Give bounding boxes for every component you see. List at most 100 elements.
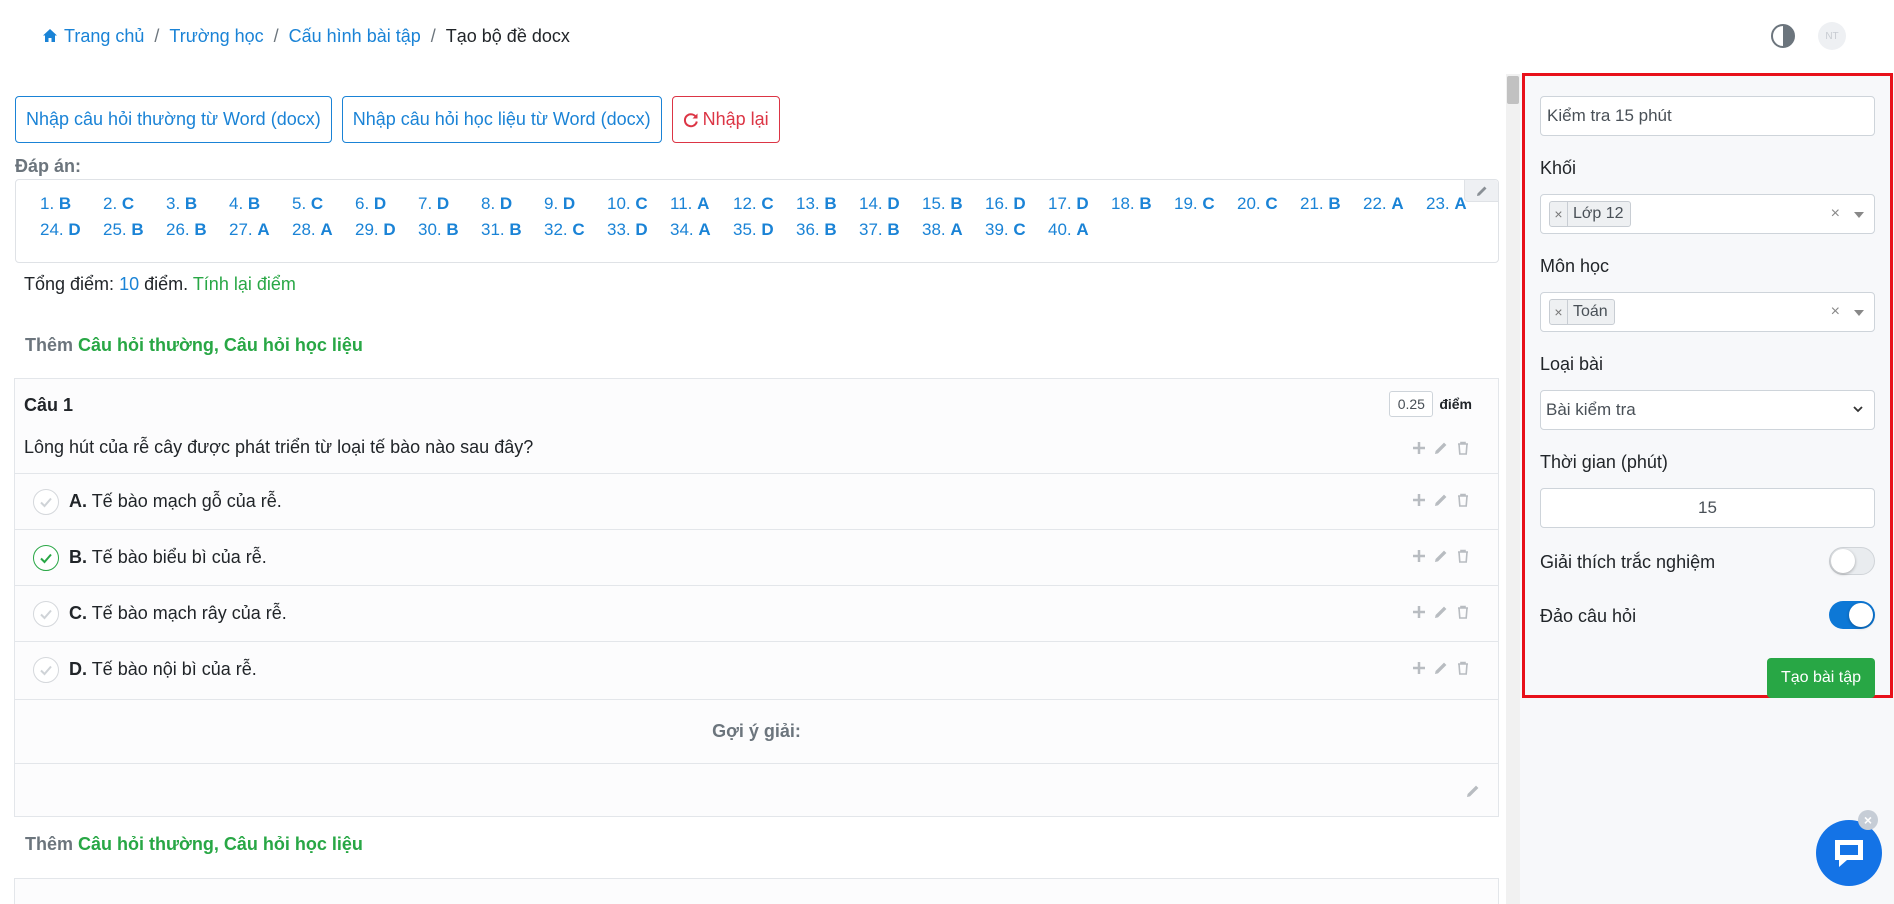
edit-answers-button[interactable] (1464, 180, 1498, 202)
check-circle-icon[interactable] (33, 601, 59, 627)
exercise-title-input[interactable]: Kiểm tra 15 phút (1540, 96, 1875, 136)
total-score: Tổng điểm: 10 điểm. Tính lại điểm (24, 274, 296, 295)
breadcrumb-school[interactable]: Trường học (169, 26, 263, 47)
answer-number: 28. (292, 220, 316, 239)
answer-number: 12. (733, 194, 757, 213)
main-content: Nhập câu hỏi thường từ Word (docx) Nhập … (14, 72, 1499, 904)
remove-chip-icon[interactable]: × (1550, 201, 1568, 227)
top-bar: Trang chủ / Trường học / Cấu hình bài tậ… (0, 0, 1894, 72)
grade-chip-label: Lớp 12 (1573, 205, 1624, 222)
breadcrumb-separator: / (273, 26, 279, 46)
answer-letter: B (247, 194, 261, 213)
answer-option[interactable]: D. Tế bào nội bì của rễ. (15, 641, 1498, 697)
trash-icon[interactable] (1456, 605, 1470, 619)
add-icon[interactable] (1412, 605, 1426, 619)
answer-number: 32. (544, 220, 568, 239)
import-normal-button[interactable]: Nhập câu hỏi thường từ Word (docx) (15, 96, 332, 143)
answer-number: 20. (1237, 194, 1261, 213)
chat-close-icon[interactable]: × (1858, 810, 1878, 830)
answers-label: Đáp án: (15, 156, 82, 176)
add-icon[interactable] (1412, 493, 1426, 507)
check-circle-icon[interactable] (33, 657, 59, 683)
trash-icon[interactable] (1456, 661, 1470, 675)
answer-number: 31. (481, 220, 505, 239)
points-input[interactable]: 0.25 (1389, 391, 1434, 417)
chat-widget-button[interactable] (1816, 820, 1882, 886)
answer-letter: C (1013, 220, 1026, 239)
trash-icon[interactable] (1456, 441, 1470, 455)
answer-letter: B (131, 220, 144, 239)
caret-down-icon[interactable] (1854, 212, 1864, 218)
answer-letter: D (383, 220, 396, 239)
scrollbar-track[interactable] (1506, 74, 1520, 904)
check-circle-icon[interactable] (33, 489, 59, 515)
breadcrumb-home[interactable]: Trang chủ (42, 26, 144, 47)
user-avatar[interactable]: NT (1818, 22, 1846, 50)
answer-letter: A (320, 220, 333, 239)
answer-key-item: 39. C (975, 220, 1038, 240)
option-text: A. Tế bào mạch gỗ của rễ. (69, 491, 282, 512)
answer-key-item: 34. A (660, 220, 723, 240)
answer-letter: A (950, 220, 963, 239)
answer-option[interactable]: B. Tế bào biểu bì của rễ. (15, 529, 1498, 585)
answer-key-grid: 1. B 2. C 3. B 4. B 5. C 6. D 7. D 8. D 9. D 10. … (30, 194, 1490, 240)
answer-letter: B (446, 220, 459, 239)
add-question-links[interactable]: Câu hỏi thường, Câu hỏi học liệu (78, 834, 363, 854)
remove-chip-icon[interactable]: × (1550, 299, 1568, 325)
pencil-icon[interactable] (1434, 441, 1448, 455)
answer-letter: C (572, 220, 585, 239)
create-exercise-button[interactable]: Tạo bài tập (1766, 658, 1875, 698)
pencil-icon[interactable] (1434, 549, 1448, 563)
hint-label: Gợi ý giải: (15, 699, 1498, 763)
answer-key-item: 24. D (30, 220, 93, 240)
answer-letter: B (887, 220, 900, 239)
pencil-icon[interactable] (1434, 605, 1448, 619)
answer-option[interactable]: A. Tế bào mạch gỗ của rễ. (15, 473, 1498, 529)
answer-key-item: 6. D (345, 194, 408, 214)
caret-down-icon[interactable] (1854, 310, 1864, 316)
add-question-links[interactable]: Câu hỏi thường, Câu hỏi học liệu (78, 335, 363, 355)
answer-key-item: 32. C (534, 220, 597, 240)
contrast-toggle-icon[interactable] (1770, 23, 1796, 49)
answer-number: 21. (1300, 194, 1324, 213)
type-select[interactable]: Bài kiểm tra (1540, 390, 1875, 430)
add-icon[interactable] (1412, 441, 1426, 455)
explain-toggle[interactable] (1829, 547, 1875, 575)
scrollbar-thumb[interactable] (1507, 76, 1519, 104)
pencil-icon[interactable] (1434, 493, 1448, 507)
answer-letter: D (68, 220, 81, 239)
answer-number: 36. (796, 220, 820, 239)
answer-key-item: 17. D (1038, 194, 1101, 214)
shuffle-toggle-row: Đảo câu hỏi (1540, 601, 1875, 629)
check-circle-icon[interactable] (33, 545, 59, 571)
clear-icon[interactable]: × (1831, 303, 1840, 321)
total-prefix: Tổng điểm: (24, 274, 115, 294)
clear-icon[interactable]: × (1831, 205, 1840, 223)
answer-key-item: 26. B (156, 220, 219, 240)
recalc-score-link[interactable]: Tính lại điểm (193, 274, 296, 294)
trash-icon[interactable] (1456, 549, 1470, 563)
check-icon (40, 609, 52, 620)
edit-hint-pencil-icon[interactable] (1466, 784, 1480, 798)
breadcrumb-config[interactable]: Cấu hình bài tập (289, 26, 421, 47)
time-input[interactable]: 15 (1540, 488, 1875, 528)
answer-key-item: 12. C (723, 194, 786, 214)
answer-option[interactable]: C. Tế bào mạch rây của rễ. (15, 585, 1498, 641)
shuffle-toggle[interactable] (1829, 601, 1875, 629)
add-icon[interactable] (1412, 661, 1426, 675)
answer-number: 15. (922, 194, 946, 213)
add-icon[interactable] (1412, 549, 1426, 563)
grade-select[interactable]: × Lớp 12 × (1540, 194, 1875, 234)
answer-number: 6. (355, 194, 370, 213)
trash-icon[interactable] (1456, 493, 1470, 507)
answer-letter: D (887, 194, 900, 213)
question-text: Lông hút của rễ cây được phát triển từ l… (24, 437, 534, 457)
answer-key-item: 29. D (345, 220, 408, 240)
answer-letter: B (1139, 194, 1152, 213)
reset-button[interactable]: Nhập lại (671, 96, 780, 143)
pencil-icon[interactable] (1434, 661, 1448, 675)
answer-key-item: 19. C (1164, 194, 1227, 214)
import-material-button[interactable]: Nhập câu hỏi học liệu từ Word (docx) (341, 96, 662, 143)
subject-select[interactable]: × Toán × (1540, 292, 1875, 332)
answer-key-item: 9. D (534, 194, 597, 214)
